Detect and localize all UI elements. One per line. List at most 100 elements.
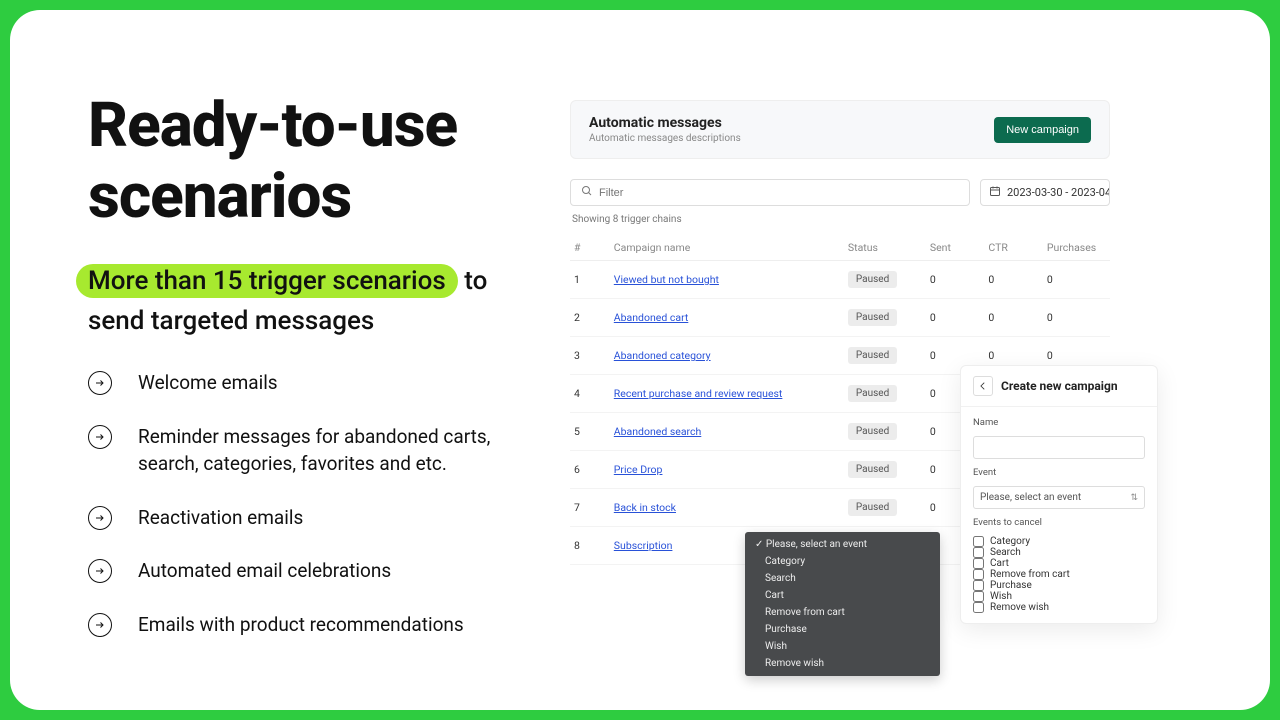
bullet-item: Reactivation emails bbox=[88, 504, 530, 532]
row-idx: 6 bbox=[570, 451, 610, 489]
campaign-link[interactable]: Viewed but not bought bbox=[614, 273, 719, 286]
bullet-text: Reactivation emails bbox=[138, 504, 303, 532]
arrow-right-icon bbox=[88, 613, 112, 637]
back-button[interactable] bbox=[973, 376, 993, 396]
status-badge: Paused bbox=[848, 385, 897, 402]
col-sent: Sent bbox=[926, 235, 985, 261]
events-cancel-label: Events to cancel bbox=[973, 517, 1145, 528]
date-range-text: 2023-03-30 - 2023-04- bbox=[1007, 186, 1110, 199]
campaign-link[interactable]: Subscription bbox=[614, 539, 673, 552]
row-idx: 1 bbox=[570, 261, 610, 299]
event-select[interactable]: Please, select an event ⇅ bbox=[973, 486, 1145, 509]
checkbox[interactable] bbox=[973, 547, 984, 558]
check-label: Cart bbox=[990, 558, 1009, 569]
campaign-link[interactable]: Recent purchase and review request bbox=[614, 387, 783, 400]
calendar-icon bbox=[989, 185, 1001, 200]
dropdown-item[interactable]: Cart bbox=[745, 587, 940, 604]
check-label: Search bbox=[990, 547, 1021, 558]
showing-count: Showing 8 trigger chains bbox=[572, 214, 1110, 225]
dropdown-item[interactable]: Search bbox=[745, 570, 940, 587]
event-label: Event bbox=[973, 467, 1145, 478]
arrow-right-icon bbox=[88, 506, 112, 530]
name-input[interactable] bbox=[973, 436, 1145, 459]
campaign-link[interactable]: Abandoned category bbox=[614, 349, 711, 362]
cancel-check-item[interactable]: Search bbox=[973, 547, 1145, 558]
app-subtitle: Automatic messages descriptions bbox=[589, 133, 741, 144]
row-sent: 0 bbox=[926, 261, 985, 299]
dropdown-item[interactable]: Remove wish bbox=[745, 655, 940, 672]
col-purchases: Purchases bbox=[1043, 235, 1110, 261]
row-idx: 5 bbox=[570, 413, 610, 451]
col-status: Status bbox=[844, 235, 926, 261]
app-title: Automatic messages bbox=[589, 115, 741, 131]
campaign-link[interactable]: Back in stock bbox=[614, 501, 676, 514]
page-title: Ready-to-use scenarios bbox=[88, 90, 530, 233]
new-campaign-button[interactable]: New campaign bbox=[994, 117, 1091, 143]
row-idx: 7 bbox=[570, 489, 610, 527]
bullet-item: Automated email celebrations bbox=[88, 557, 530, 585]
campaign-link[interactable]: Abandoned cart bbox=[614, 311, 689, 324]
event-dropdown[interactable]: Please, select an eventCategorySearchCar… bbox=[745, 532, 940, 676]
checkbox[interactable] bbox=[973, 569, 984, 580]
checkbox[interactable] bbox=[973, 580, 984, 591]
cancel-check-item[interactable]: Wish bbox=[973, 591, 1145, 602]
arrow-right-icon bbox=[88, 371, 112, 395]
row-idx: 8 bbox=[570, 527, 610, 565]
check-label: Remove from cart bbox=[990, 569, 1070, 580]
subtitle: More than 15 trigger scenarios to send t… bbox=[88, 261, 530, 342]
checkbox[interactable] bbox=[973, 602, 984, 613]
dropdown-item[interactable]: Please, select an event bbox=[745, 536, 940, 553]
cancel-check-item[interactable]: Remove wish bbox=[973, 602, 1145, 613]
row-idx: 4 bbox=[570, 375, 610, 413]
check-label: Purchase bbox=[990, 580, 1032, 591]
row-idx: 3 bbox=[570, 337, 610, 375]
filter-input-wrap[interactable] bbox=[570, 179, 970, 206]
check-label: Wish bbox=[990, 591, 1012, 602]
dropdown-item[interactable]: Wish bbox=[745, 638, 940, 655]
campaign-link[interactable]: Abandoned search bbox=[614, 425, 702, 438]
col-ctr: CTR bbox=[984, 235, 1043, 261]
table-row: 2Abandoned cartPaused000 bbox=[570, 299, 1110, 337]
checkbox[interactable] bbox=[973, 536, 984, 547]
cancel-check-item[interactable]: Cart bbox=[973, 558, 1145, 569]
date-range-picker[interactable]: 2023-03-30 - 2023-04- bbox=[980, 179, 1110, 206]
events-cancel-list: CategorySearchCartRemove from cartPurcha… bbox=[973, 536, 1145, 613]
row-idx: 2 bbox=[570, 299, 610, 337]
create-campaign-panel: Create new campaign Name Event Please, s… bbox=[960, 365, 1158, 624]
dropdown-item[interactable]: Category bbox=[745, 553, 940, 570]
row-ctr: 0 bbox=[984, 261, 1043, 299]
col-idx: # bbox=[570, 235, 610, 261]
chevron-updown-icon: ⇅ bbox=[1130, 493, 1138, 503]
arrow-right-icon bbox=[88, 559, 112, 583]
col-name: Campaign name bbox=[610, 235, 844, 261]
status-badge: Paused bbox=[848, 461, 897, 478]
row-purchases: 0 bbox=[1043, 299, 1110, 337]
bullet-item: Emails with product recommendations bbox=[88, 611, 530, 639]
bullet-list: Welcome emails Reminder messages for aban… bbox=[88, 369, 530, 638]
bullet-item: Reminder messages for abandoned carts, s… bbox=[88, 423, 530, 478]
campaign-link[interactable]: Price Drop bbox=[614, 463, 663, 476]
dropdown-item[interactable]: Purchase bbox=[745, 621, 940, 638]
status-badge: Paused bbox=[848, 347, 897, 364]
status-badge: Paused bbox=[848, 271, 897, 288]
create-panel-title: Create new campaign bbox=[1001, 379, 1118, 393]
cancel-check-item[interactable]: Purchase bbox=[973, 580, 1145, 591]
check-label: Category bbox=[990, 536, 1030, 547]
dropdown-item[interactable]: Remove from cart bbox=[745, 604, 940, 621]
check-label: Remove wish bbox=[990, 602, 1049, 613]
row-sent: 0 bbox=[926, 299, 985, 337]
checkbox[interactable] bbox=[973, 558, 984, 569]
checkbox[interactable] bbox=[973, 591, 984, 602]
app-header: Automatic messages Automatic messages de… bbox=[570, 100, 1110, 159]
status-badge: Paused bbox=[848, 309, 897, 326]
row-purchases: 0 bbox=[1043, 261, 1110, 299]
cancel-check-item[interactable]: Category bbox=[973, 536, 1145, 547]
bullet-text: Emails with product recommendations bbox=[138, 611, 464, 639]
filter-input[interactable] bbox=[599, 187, 959, 199]
bullet-text: Welcome emails bbox=[138, 369, 278, 397]
cancel-check-item[interactable]: Remove from cart bbox=[973, 569, 1145, 580]
row-ctr: 0 bbox=[984, 299, 1043, 337]
table-row: 1Viewed but not boughtPaused000 bbox=[570, 261, 1110, 299]
status-badge: Paused bbox=[848, 423, 897, 440]
bullet-text: Automated email celebrations bbox=[138, 557, 391, 585]
